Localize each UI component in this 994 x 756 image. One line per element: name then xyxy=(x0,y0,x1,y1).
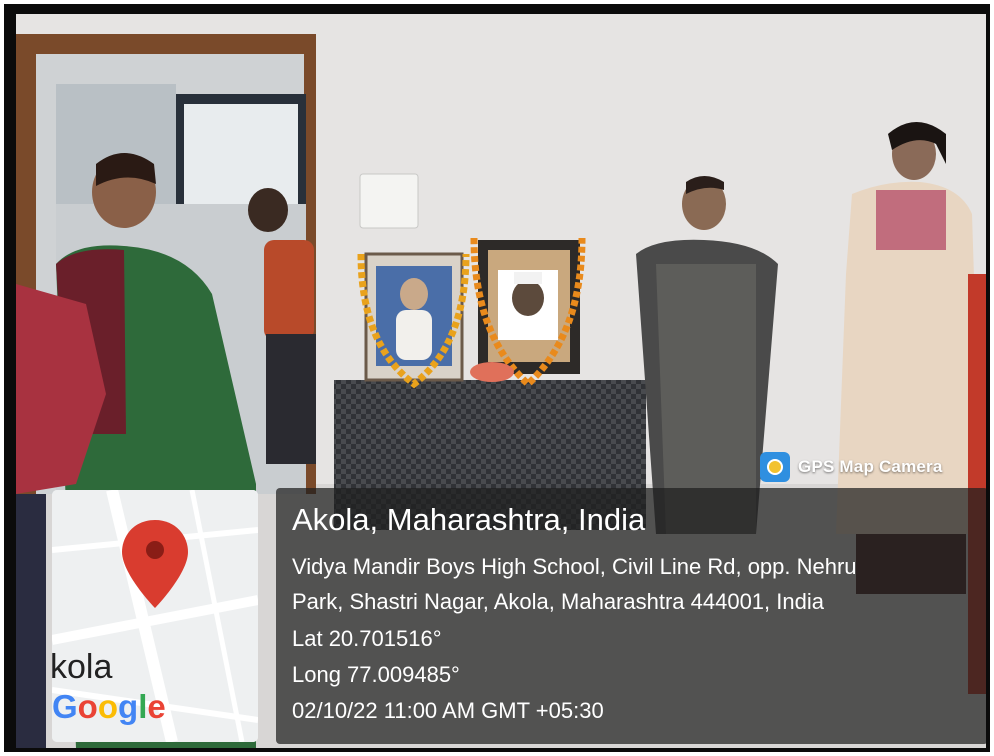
latitude: Lat 20.701516° xyxy=(292,626,442,651)
badge-label: GPS Map Camera xyxy=(798,457,943,476)
google-logo: Google xyxy=(52,688,166,725)
address-line-1: Vidya Mandir Boys High School, Civil Lin… xyxy=(292,554,857,579)
image-frame: GPS Map Camera Akola, Maharashtra, India… xyxy=(4,4,990,752)
map-city-label: kola xyxy=(52,648,113,686)
datetime: 02/10/22 11:00 AM GMT +05:30 xyxy=(292,698,604,723)
location-title: Akola, Maharashtra, India xyxy=(292,502,646,537)
switch-board xyxy=(359,173,419,229)
location-overlay: Akola, Maharashtra, India Vidya Mandir B… xyxy=(276,488,986,744)
longitude: Long 77.009485° xyxy=(292,662,460,687)
event-photo: GPS Map Camera Akola, Maharashtra, India… xyxy=(16,14,986,748)
address-line-2: Park, Shastri Nagar, Akola, Maharashtra … xyxy=(292,589,824,614)
map-thumbnail: kola Google xyxy=(52,490,258,742)
gps-map-camera-badge: GPS Map Camera xyxy=(760,452,943,482)
gps-map-camera-icon xyxy=(760,452,790,482)
